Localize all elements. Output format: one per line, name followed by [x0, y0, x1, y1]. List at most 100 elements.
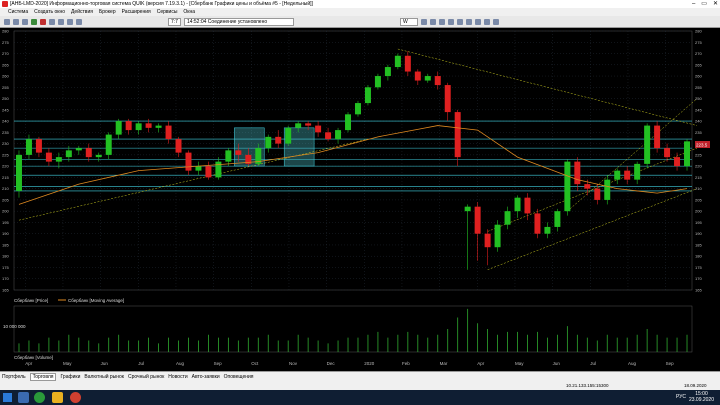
tab-alerts[interactable]: Оповещения — [224, 374, 254, 380]
chrome-icon[interactable] — [70, 392, 81, 403]
candle-body — [295, 123, 302, 128]
channel-tool-icon[interactable] — [456, 18, 463, 25]
candle-body — [115, 121, 122, 135]
y-tick-label-left: 240 — [2, 119, 9, 124]
last-price-label: 223.5 — [696, 143, 708, 148]
save-icon[interactable] — [22, 18, 28, 25]
candle-body — [454, 112, 461, 158]
tab-futures-market[interactable]: Срочный рынок — [128, 374, 164, 380]
x-tick-label: Jun — [101, 361, 109, 366]
price-legend-label: Сбербанк [Price] — [14, 298, 48, 303]
candle-body — [155, 125, 162, 128]
candle-body — [374, 76, 381, 88]
close-button[interactable]: ✕ — [713, 0, 718, 8]
x-tick-label: Feb — [402, 361, 410, 366]
candle-body — [235, 150, 242, 155]
candle-body — [444, 85, 451, 113]
chart-grid — [13, 30, 693, 353]
candle-body — [504, 211, 511, 225]
candle-body — [574, 161, 581, 185]
moving-average-line — [18, 125, 688, 205]
cursor-icon[interactable] — [438, 18, 445, 25]
y-tick-label-right: 280 — [695, 29, 702, 34]
y-tick-label-left: 260 — [2, 74, 9, 79]
candle-body — [634, 163, 641, 180]
print-icon[interactable] — [49, 18, 55, 25]
candle-body — [474, 206, 481, 234]
system-clock[interactable]: 15:00 23.09.2020 — [689, 391, 714, 403]
x-tick-label: Apr — [477, 361, 485, 366]
table-icon[interactable] — [67, 18, 73, 25]
candle-body — [394, 55, 401, 68]
tab-trading[interactable]: Торговля — [29, 373, 57, 381]
chart-area[interactable]: 280 280 275 275 270 270 265 265 260 260 255 255 250 2… — [0, 28, 720, 371]
tab-currency-market[interactable]: Валютный рынок — [84, 374, 124, 380]
text-tool-icon[interactable] — [465, 18, 472, 25]
candle-body — [35, 139, 42, 153]
y-tick-label-left: 190 — [2, 231, 9, 236]
maximize-button[interactable]: ▭ — [701, 0, 707, 8]
menu-item-extensions[interactable]: Расширения — [122, 8, 151, 16]
menu-item-broker[interactable]: Брокер — [99, 8, 116, 16]
indicator-icon[interactable] — [474, 18, 481, 25]
candle-body — [434, 76, 441, 86]
quik-app-icon[interactable] — [34, 392, 45, 403]
candle-body — [534, 213, 541, 234]
chart-icon[interactable] — [76, 18, 82, 25]
candle-body — [654, 125, 661, 149]
server-address: 10.21.133.155:15300 — [566, 383, 609, 388]
explorer-icon[interactable] — [52, 392, 63, 403]
disconnect-icon[interactable] — [40, 18, 46, 25]
y-tick-label-left: 185 — [2, 242, 9, 247]
candle-body — [75, 148, 82, 151]
y-tick-label-right: 170 — [695, 276, 702, 281]
y-tick-label-right: 245 — [695, 107, 702, 112]
zoom-out-icon[interactable] — [429, 18, 436, 25]
tab-charts[interactable]: Графики — [60, 374, 80, 380]
y-tick-label-right: 250 — [695, 96, 702, 101]
y-tick-label-right: 255 — [695, 85, 702, 90]
zoom-in-icon[interactable] — [420, 18, 427, 25]
windows-start-icon[interactable] — [3, 393, 12, 402]
template-icon[interactable] — [483, 18, 490, 25]
window-title: [АНБ-LMD-2020] Информационно-торговая си… — [10, 1, 313, 7]
candle-body — [185, 152, 192, 171]
open-icon[interactable] — [13, 18, 19, 25]
tab-auto-orders[interactable]: Авто-заявки — [192, 374, 220, 380]
candle-body — [125, 121, 132, 131]
price-volume-chart[interactable]: 280 280 275 275 270 270 265 265 260 260 255 255 250 2… — [0, 28, 720, 371]
settings-icon[interactable] — [58, 18, 64, 25]
menu-item-actions[interactable]: Действия — [71, 8, 93, 16]
candle-body — [305, 123, 312, 126]
tab-news[interactable]: Новости — [168, 374, 187, 380]
time-axis: Apr May Jun Jul Aug Sep Oct Nov Dec 2020 Feb Mar Apr… — [25, 361, 674, 366]
tab-portfolio[interactable]: Портфель — [2, 374, 26, 380]
task-view-icon[interactable] — [18, 392, 29, 403]
y-tick-label-left: 230 — [2, 141, 9, 146]
menu-item-system[interactable]: Система — [8, 8, 28, 16]
candle-body — [484, 233, 491, 248]
minimize-button[interactable]: – — [692, 0, 695, 8]
new-window-icon[interactable] — [4, 18, 10, 25]
menu-item-create-window[interactable]: Создать окно — [34, 8, 65, 16]
x-tick-label: Jul — [590, 361, 596, 366]
y-tick-label-right: 175 — [695, 265, 702, 270]
connect-icon[interactable] — [31, 18, 37, 25]
candle-body — [15, 154, 22, 191]
y-tick-label-left: 210 — [2, 186, 9, 191]
menu-item-services[interactable]: Сервисы — [157, 8, 178, 16]
y-tick-label-left: 200 — [2, 209, 9, 214]
taskbar: РУС 15:00 23.09.2020 — [0, 390, 720, 405]
candle-body — [464, 206, 471, 212]
time-field[interactable]: 7:7 — [168, 17, 181, 26]
candle-body — [275, 136, 282, 144]
x-tick-label: Jun — [553, 361, 561, 366]
refresh-icon[interactable] — [492, 18, 499, 25]
menu-item-windows[interactable]: Окна — [183, 8, 195, 16]
period-select[interactable]: W — [399, 17, 418, 26]
candle-body — [105, 134, 112, 155]
y-tick-label-right: 200 — [695, 209, 702, 214]
keyboard-language[interactable]: РУС — [676, 394, 686, 400]
candle-body — [554, 211, 561, 227]
line-tool-icon[interactable] — [447, 18, 454, 25]
